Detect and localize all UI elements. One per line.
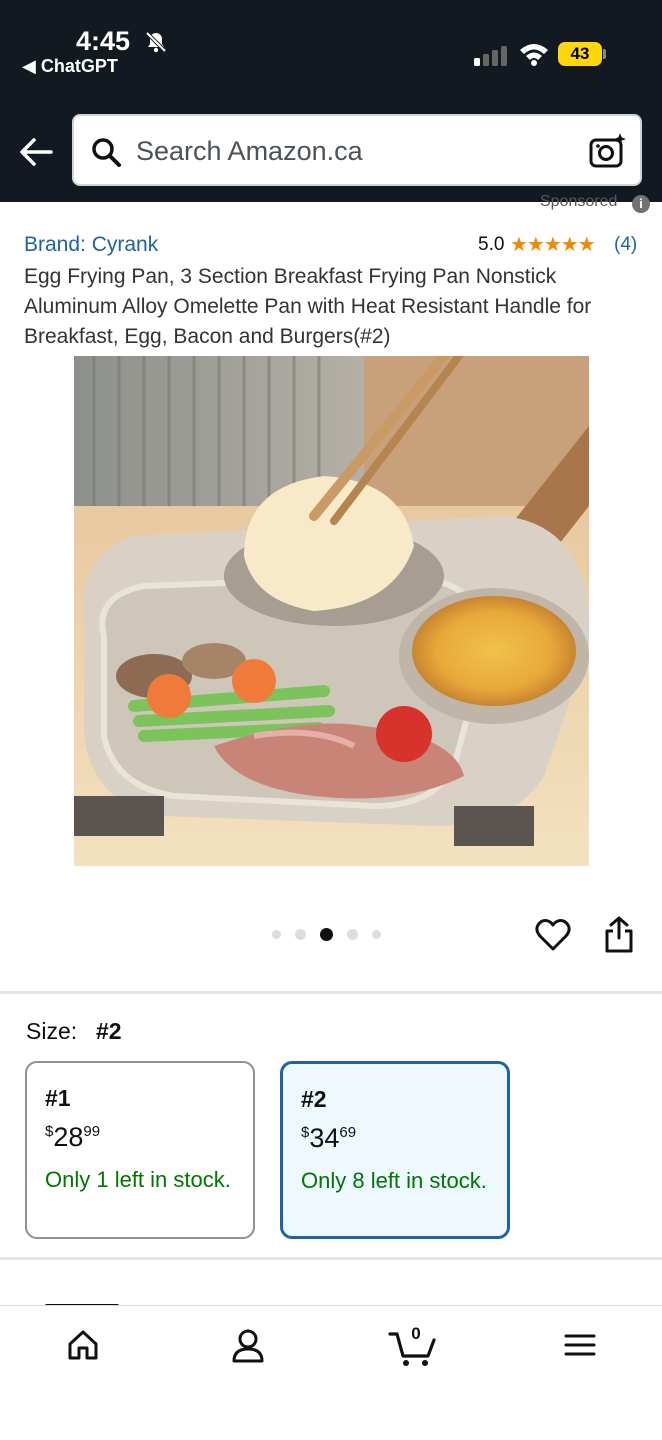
size-option-2[interactable]: #2 $3469 Only 8 left in stock. xyxy=(280,1061,510,1239)
image-carousel-dots[interactable] xyxy=(272,926,381,942)
sponsored-label: Sponsored xyxy=(540,193,618,210)
size-option-name: #2 xyxy=(301,1086,327,1112)
bottom-tab-bar: 0 xyxy=(0,1305,662,1440)
size-selected-value: #2 xyxy=(96,1018,122,1044)
size-option-name: #1 xyxy=(45,1085,71,1111)
section-divider xyxy=(0,991,662,994)
section-divider xyxy=(0,1257,662,1260)
battery-indicator: 43 xyxy=(558,42,602,66)
stock-status: Only 1 left in stock. xyxy=(45,1167,231,1192)
back-arrow-icon[interactable] xyxy=(18,136,54,168)
battery-cap xyxy=(603,49,606,59)
size-option-1[interactable]: #1 $2899 Only 1 left in stock. xyxy=(25,1061,255,1239)
account-icon[interactable] xyxy=(231,1328,265,1364)
carousel-dot[interactable] xyxy=(295,928,306,940)
cellular-signal-icon xyxy=(474,46,507,66)
app-header: 4:45 ◀ ChatGPT 43 Search Amazon.ca xyxy=(0,0,662,202)
back-to-app-link[interactable]: ◀ ChatGPT xyxy=(22,56,118,77)
cart-button[interactable]: 0 xyxy=(388,1324,438,1368)
camera-search-icon[interactable] xyxy=(588,132,628,170)
carousel-dot-active[interactable] xyxy=(320,927,333,941)
brand-link[interactable]: Brand: Cyrank xyxy=(24,233,158,257)
heart-icon[interactable] xyxy=(534,916,572,954)
stock-status: Only 8 left in stock. xyxy=(301,1168,487,1193)
carousel-dot[interactable] xyxy=(347,928,358,940)
search-input[interactable]: Search Amazon.ca xyxy=(72,114,642,186)
carousel-dot[interactable] xyxy=(372,929,381,939)
product-title: Egg Frying Pan, 3 Section Breakfast Fryi… xyxy=(24,265,592,348)
rating-value: 5.0 xyxy=(478,234,505,255)
menu-icon[interactable] xyxy=(563,1328,597,1362)
size-option-price: $3469 xyxy=(301,1123,357,1153)
home-icon[interactable] xyxy=(66,1328,100,1362)
review-count-link[interactable]: (4) xyxy=(614,234,637,256)
star-rating-icon[interactable]: ★★★★★ xyxy=(510,232,596,257)
carousel-dot[interactable] xyxy=(272,929,281,939)
product-photo-frying-pan[interactable] xyxy=(74,356,589,866)
info-icon[interactable]: i xyxy=(632,195,650,213)
status-time: 4:45 xyxy=(76,26,131,56)
wifi-icon xyxy=(520,44,548,66)
bell-mute-icon xyxy=(145,31,167,53)
size-option-price: $2899 xyxy=(45,1122,101,1152)
search-placeholder: Search Amazon.ca xyxy=(136,136,363,166)
search-icon xyxy=(92,138,121,167)
share-icon[interactable] xyxy=(604,916,634,954)
size-label: Size: xyxy=(26,1018,78,1044)
cart-count-badge: 0 xyxy=(411,1324,421,1343)
